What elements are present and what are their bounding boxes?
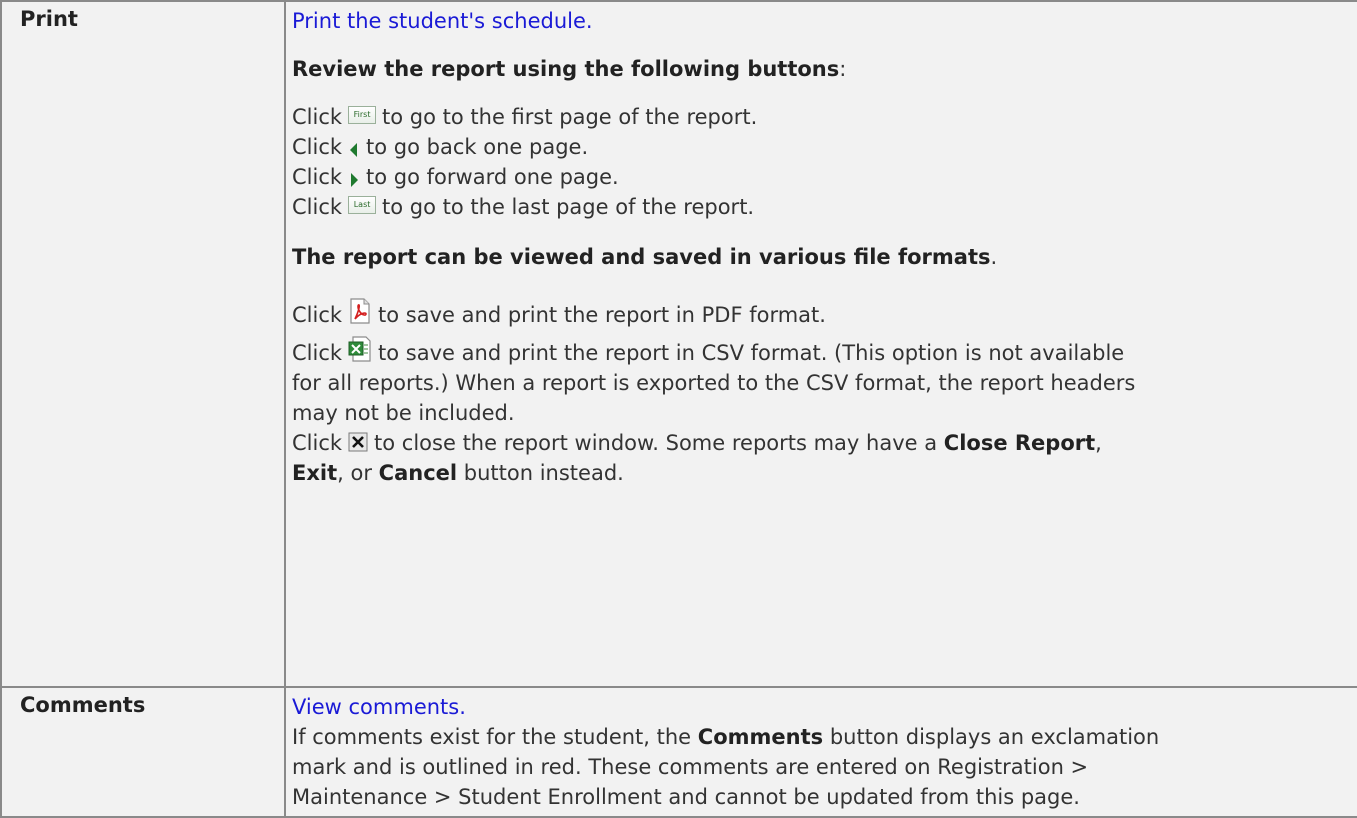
review-heading: Review the report using the following bu…: [292, 57, 840, 81]
nav-line-text: to go to the first page of the report.: [382, 105, 758, 129]
first-page-button-icon: First: [348, 106, 377, 124]
click-text: Click: [292, 341, 343, 365]
or-text: , or: [337, 461, 372, 485]
back-arrow-icon: [348, 137, 360, 157]
comma-text: ,: [1095, 431, 1102, 455]
review-heading-colon: :: [839, 57, 847, 81]
click-text: Click: [292, 195, 343, 219]
nav-line-first: Click First to go to the first page of the…: [292, 102, 1357, 132]
click-text: Click: [292, 105, 343, 129]
comments-text-1b: button displays an exclamation: [829, 725, 1160, 749]
click-text: Click: [292, 431, 343, 455]
exit-label: Exit: [292, 461, 338, 485]
comments-button-label: Comments: [697, 725, 824, 749]
nav-line-forward: Click to go forward one page.: [292, 162, 1357, 192]
formats-heading: The report can be viewed and saved in va…: [292, 245, 991, 269]
table-row: Comments View comments. If comments exis…: [0, 686, 1357, 818]
cancel-label: Cancel: [378, 461, 458, 485]
print-schedule-link[interactable]: Print the student's schedule.: [292, 9, 593, 33]
forward-arrow-icon: [348, 167, 360, 187]
close-line-text: to close the report window. Some reports…: [374, 431, 938, 455]
view-comments-link[interactable]: View comments.: [292, 695, 466, 719]
nav-line-text: to go back one page.: [366, 135, 589, 159]
nav-line-text: to go forward one page.: [366, 165, 619, 189]
csv-excel-icon: [348, 336, 372, 362]
formats-heading-period: .: [990, 245, 998, 269]
row-label: Comments: [20, 693, 146, 717]
close-x-icon: [348, 430, 368, 452]
click-text: Click: [292, 135, 343, 159]
row-label-cell: Print: [0, 0, 286, 688]
click-text: Click: [292, 165, 343, 189]
row-description-cell: View comments. If comments exist for the…: [284, 686, 1357, 818]
close-line: Click to close the report window. Some re…: [292, 428, 1357, 458]
last-page-button-icon: Last: [348, 196, 377, 214]
comments-text-1: If comments exist for the student, the: [292, 725, 692, 749]
row-label-cell: Comments: [0, 686, 286, 818]
button-instead-text: button instead.: [463, 461, 624, 485]
pdf-line: Click to save and print the report in PDF…: [292, 298, 1357, 330]
comments-text-3: Maintenance > Student Enrollment and can…: [292, 785, 1080, 809]
row-label: Print: [20, 7, 78, 31]
click-text: Click: [292, 303, 343, 327]
table-row: Print Print the student's schedule. Revi…: [0, 0, 1357, 688]
nav-line-last: Click Last to go to the last page of the r…: [292, 192, 1357, 222]
nav-line-text: to go to the last page of the report.: [382, 195, 755, 219]
csv-line: Click to save and print the report in CSV…: [292, 336, 1357, 368]
help-table: Print Print the student's schedule. Revi…: [0, 0, 1357, 818]
csv-line-text-1: to save and print the report in CSV form…: [378, 341, 1125, 365]
comments-text-2: mark and is outlined in red. These comme…: [292, 755, 1089, 779]
close-report-label: Close Report: [943, 431, 1096, 455]
csv-line-text-3: may not be included.: [292, 401, 515, 425]
pdf-line-text: to save and print the report in PDF form…: [378, 303, 826, 327]
csv-line-text-2: for all reports.) When a report is expor…: [292, 371, 1136, 395]
row-description-cell: Print the student's schedule. Review the…: [284, 0, 1357, 688]
nav-line-back: Click to go back one page.: [292, 132, 1357, 162]
pdf-icon: [348, 298, 372, 324]
